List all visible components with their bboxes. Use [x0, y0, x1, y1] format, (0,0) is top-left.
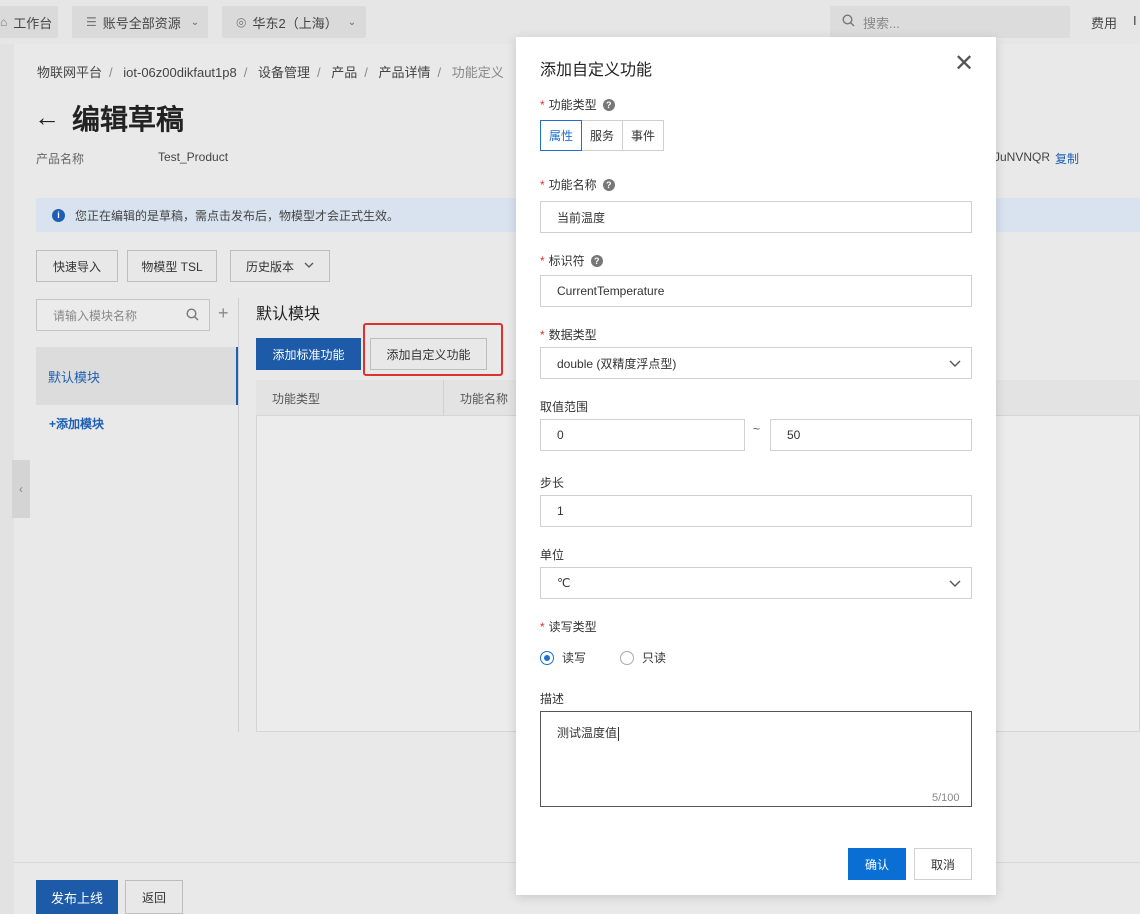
back-arrow-icon[interactable]: ←	[34, 102, 60, 133]
required-mark: *	[540, 619, 545, 634]
back-button[interactable]: 返回	[125, 880, 183, 914]
table-header-cell: 功能名称	[460, 392, 509, 406]
module-search-input[interactable]: 请输入模块名称	[36, 299, 210, 331]
character-counter: 5/100	[932, 792, 960, 804]
module-title: 默认模块	[256, 306, 321, 323]
required-mark: *	[540, 97, 545, 112]
fee-link[interactable]: 费用	[1091, 13, 1117, 32]
region-dropdown[interactable]: ◎ 华东2（上海） ⌄	[222, 6, 366, 38]
help-icon[interactable]: ?	[602, 178, 615, 191]
confirm-button[interactable]: 确认	[848, 848, 906, 880]
function-name-input[interactable]: 当前温度	[540, 201, 972, 233]
breadcrumb-item[interactable]: 设备管理	[258, 65, 310, 80]
publish-button[interactable]: 发布上线	[36, 880, 118, 914]
breadcrumb-item[interactable]: 物联网平台	[37, 65, 102, 80]
close-icon[interactable]: ✕	[954, 52, 974, 76]
search-icon	[842, 14, 855, 30]
copy-link[interactable]: 复制	[1055, 150, 1079, 167]
resource-scope-dropdown[interactable]: ☰ 账号全部资源 ⌄	[72, 6, 208, 38]
module-item-default[interactable]: 默认模块	[36, 347, 238, 405]
divider	[238, 298, 239, 732]
step-input[interactable]: 1	[540, 495, 972, 527]
rw-type-label: * 读写类型	[540, 619, 597, 635]
cancel-button[interactable]: 取消	[914, 848, 972, 880]
history-version-dropdown[interactable]: 历史版本	[230, 250, 330, 282]
search-icon	[186, 308, 199, 324]
list-icon: ☰	[86, 15, 97, 29]
chevron-down-icon: ⌄	[190, 16, 200, 28]
function-type-label: * 功能类型 ?	[540, 96, 615, 113]
dialog-title: 添加自定义功能	[540, 62, 653, 79]
workbench-button[interactable]: ⌂ 工作台	[0, 6, 58, 38]
range-min-input[interactable]: 0	[540, 419, 745, 451]
more-menu[interactable]: I	[1133, 13, 1137, 28]
add-module-plus-icon[interactable]: +	[218, 303, 229, 324]
data-type-select[interactable]: double (双精度浮点型)	[540, 347, 972, 379]
tsl-button[interactable]: 物模型 TSL	[127, 250, 217, 282]
add-module-link[interactable]: +添加模块	[49, 415, 104, 432]
unit-select[interactable]: ℃	[540, 567, 972, 599]
step-label: 步长	[540, 476, 565, 490]
chevron-left-icon: ‹	[19, 482, 23, 496]
breadcrumb-item[interactable]: 产品	[331, 65, 357, 80]
chevron-down-icon: ⌄	[347, 16, 357, 28]
description-textarea[interactable]: 测试温度值	[540, 711, 972, 807]
quick-import-button[interactable]: 快速导入	[36, 250, 118, 282]
divider	[443, 380, 444, 416]
collapse-sidebar-handle[interactable]: ‹	[12, 460, 30, 518]
required-mark: *	[540, 327, 545, 342]
product-key-value: JuNVNQR	[994, 150, 1051, 164]
text-caret	[618, 726, 620, 741]
required-mark: *	[540, 253, 545, 268]
breadcrumb-item[interactable]: 产品详情	[379, 65, 431, 80]
table-header-cell: 功能类型	[272, 392, 321, 406]
description-label: 描述	[540, 692, 565, 706]
range-max-input[interactable]: 50	[770, 419, 972, 451]
identifier-input[interactable]: CurrentTemperature	[540, 275, 972, 307]
home-icon: ⌂	[0, 15, 8, 29]
function-name-label: * 功能名称 ?	[540, 176, 615, 193]
chevron-down-icon	[304, 259, 314, 273]
location-pin-icon: ◎	[236, 15, 247, 29]
unit-label: 单位	[540, 548, 565, 562]
identifier-label: * 标识符 ?	[540, 252, 603, 269]
radio-unchecked-icon	[620, 650, 634, 665]
help-icon[interactable]: ?	[590, 254, 603, 267]
rw-option-readwrite[interactable]: 读写	[540, 649, 586, 666]
function-type-property[interactable]: 属性	[540, 120, 582, 151]
chevron-down-icon	[949, 577, 961, 587]
radio-checked-icon	[540, 650, 554, 665]
global-search-input[interactable]: 搜索...	[830, 6, 1070, 38]
required-mark: *	[540, 177, 545, 192]
help-icon[interactable]: ?	[602, 98, 615, 111]
chevron-down-icon	[949, 357, 961, 367]
breadcrumb: 物联网平台 / iot-06z00dikfaut1p8/ 设备管理 / 产品 / 产品…	[37, 65, 504, 80]
function-type-service[interactable]: 服务	[581, 120, 623, 151]
breadcrumb-current: 功能定义	[451, 65, 504, 80]
info-icon: i	[52, 208, 65, 222]
data-type-label: * 数据类型	[540, 327, 597, 343]
add-standard-function-button[interactable]: 添加标准功能	[256, 338, 361, 370]
page-title: 编辑草稿	[72, 104, 185, 135]
range-label: 取值范围	[540, 400, 589, 414]
product-name-label: 产品名称	[36, 152, 85, 166]
highlight-box	[363, 323, 503, 376]
product-name-value: Test_Product	[158, 150, 229, 164]
range-separator: ~	[753, 422, 761, 436]
rw-option-readonly[interactable]: 只读	[620, 649, 666, 666]
breadcrumb-item[interactable]: iot-06z00dikfaut1p8	[123, 65, 236, 80]
function-type-event[interactable]: 事件	[622, 120, 664, 151]
